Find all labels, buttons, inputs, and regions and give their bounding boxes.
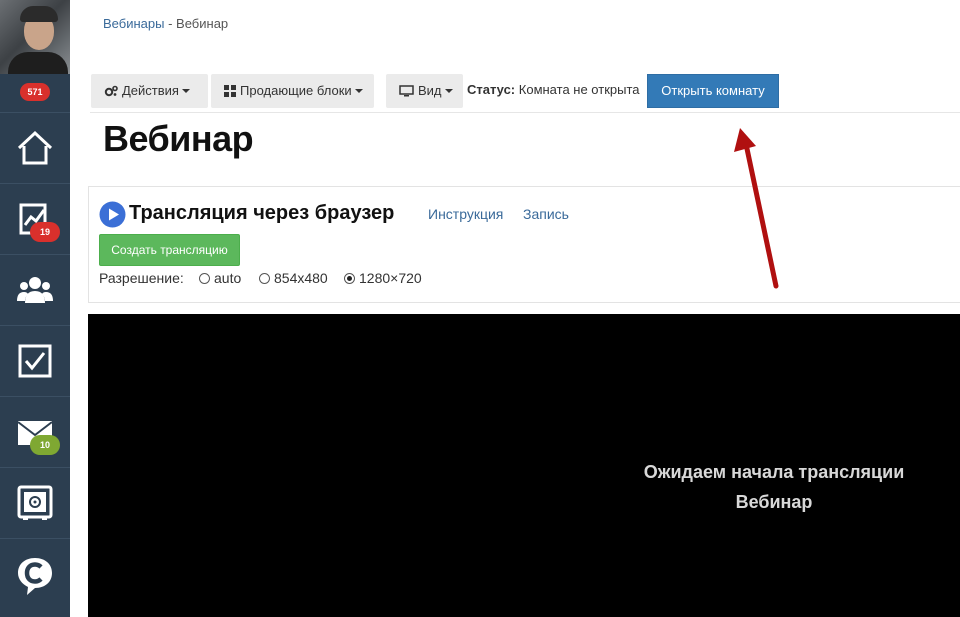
sidebar-item-analytics[interactable]: 19 (0, 183, 70, 254)
instruction-link[interactable]: Инструкция (428, 206, 503, 222)
chevron-down-icon (444, 89, 453, 93)
sidebar-item-chat[interactable] (0, 538, 70, 609)
grid-icon (224, 85, 236, 97)
room-status: Статус: Комната не открыта (467, 82, 640, 97)
actions-label: Действия (122, 83, 179, 98)
resolution-option-1280x720[interactable]: 1280×720 (344, 270, 422, 286)
video-player[interactable]: Ожидаем начала трансляции Вебинар (88, 314, 960, 617)
tasks-icon (18, 344, 52, 378)
sidebar-item-tasks[interactable] (0, 325, 70, 396)
chevron-down-icon (354, 89, 363, 93)
waiting-message: Ожидаем начала трансляции Вебинар (632, 457, 916, 517)
radio-button-selected[interactable] (344, 273, 355, 284)
analytics-badge: 19 (30, 222, 60, 242)
breadcrumb-current: Вебинар (176, 16, 229, 31)
notification-badge: 571 (20, 83, 50, 101)
chat-logo-icon (18, 558, 52, 595)
breadcrumb-separator: - (168, 16, 173, 31)
annotation-arrow-icon (734, 128, 779, 289)
resolution-option-label: 854x480 (274, 270, 328, 286)
create-broadcast-button[interactable]: Создать трансляцию (99, 234, 240, 266)
home-icon (17, 130, 53, 165)
recording-link[interactable]: Запись (523, 206, 569, 222)
resolution-option-label: auto (214, 270, 242, 286)
resolution-option-auto[interactable]: auto (199, 270, 241, 286)
play-icon (99, 201, 126, 228)
resolution-option-label: 1280×720 (359, 270, 422, 286)
resolution-label: Разрешение: (99, 270, 184, 286)
avatar[interactable] (0, 0, 70, 74)
waiting-webinar-name: Вебинар (735, 492, 813, 512)
sidebar-item-home[interactable] (0, 112, 70, 183)
selling-blocks-label: Продающие блоки (240, 83, 352, 98)
safe-icon (17, 485, 53, 520)
sidebar-item-safe[interactable] (0, 467, 70, 538)
gears-icon (104, 85, 118, 97)
resolution-option-854x480[interactable]: 854x480 (259, 270, 328, 286)
mail-badge: 10 (30, 435, 60, 455)
status-label: Статус: (467, 82, 516, 97)
broadcast-title: Трансляция через браузер (129, 202, 395, 224)
view-dropdown[interactable]: Вид (386, 74, 463, 108)
sidebar-item-users[interactable] (0, 254, 70, 325)
open-room-button[interactable]: Открыть комнату (647, 74, 779, 108)
actions-dropdown[interactable]: Действия (91, 74, 208, 108)
status-value: Комната не открыта (518, 82, 640, 97)
breadcrumb-link-webinars[interactable]: Вебинары (103, 16, 164, 31)
users-icon (17, 277, 53, 303)
waiting-line: Ожидаем начала трансляции (643, 462, 905, 482)
radio-button[interactable] (199, 273, 210, 284)
sidebar-item-mail[interactable]: 10 (0, 396, 70, 467)
page-title: Вебинар (103, 118, 254, 159)
selling-blocks-dropdown[interactable]: Продающие блоки (211, 74, 374, 108)
chevron-down-icon (181, 89, 190, 93)
monitor-icon (399, 85, 414, 97)
breadcrumb: Вебинары - Вебинар (103, 16, 228, 31)
sidebar: 571 19 10 (0, 0, 70, 617)
view-label: Вид (418, 83, 442, 98)
toolbar-divider (90, 112, 960, 113)
radio-button[interactable] (259, 273, 270, 284)
